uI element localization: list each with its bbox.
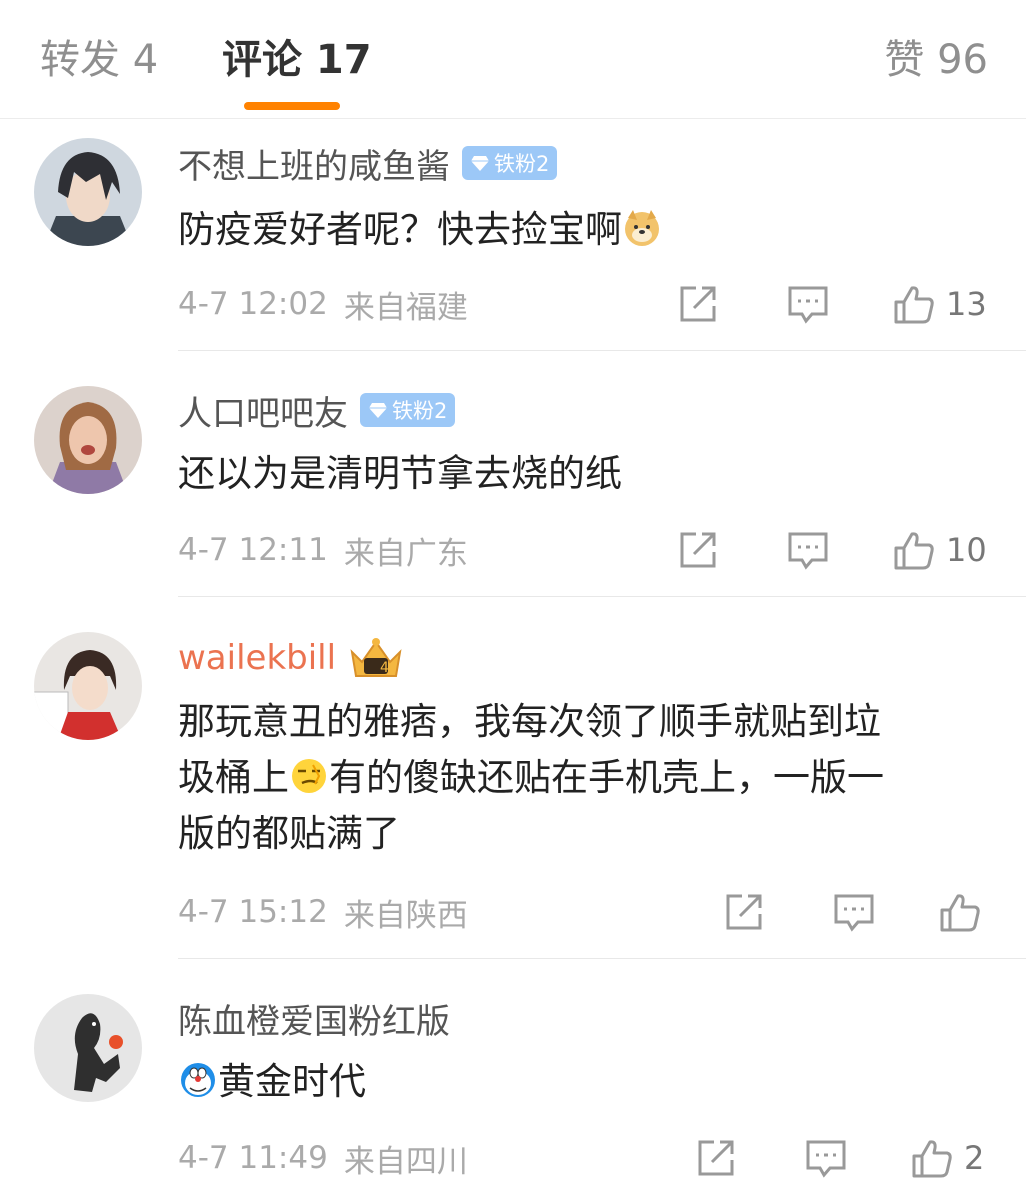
thumbs-up-icon [912,1140,952,1178]
location: 来自福建 [343,289,468,326]
reply-button[interactable] [832,888,876,936]
comment-tabs: 转发 4 评论 17 赞 96 [0,0,1026,119]
comment-body: 黄金时代 [218,1060,366,1103]
comment-header: 人口吧吧友 铁粉2 [178,386,456,435]
comment-body-line: 那玩意丑的雅痞，我每次领了顺手就贴到垃 [178,700,881,743]
comment-meta: 4-7 11:49 来自四川 [178,1136,468,1180]
thumbs-up-icon [940,894,980,932]
username[interactable]: 人口吧吧友 [178,386,348,435]
badge-label: 铁粉2 [392,399,448,423]
share-icon [698,1140,734,1176]
comment-meta: 4-7 12:11 来自广东 [178,528,468,572]
comment-header: 陈血橙爱国粉红版 [178,994,450,1042]
fan-badge[interactable]: 铁粉2 [462,146,558,180]
comment-icon [788,286,828,324]
like-count: 2 [964,1139,985,1177]
badge-label: 铁粉2 [494,152,550,176]
reply-button[interactable] [786,526,830,574]
vip-crown-icon[interactable]: 4 [346,634,406,682]
timestamp: 4-7 11:49 [178,1140,328,1176]
comment-meta: 4-7 12:02 来自福建 [178,282,468,326]
reply-button[interactable] [786,280,830,328]
tab-likes[interactable]: 赞 96 [884,34,988,86]
thumbs-up-icon [894,532,934,570]
comment-icon [834,894,874,932]
divider [178,596,1026,597]
location: 来自广东 [343,535,468,572]
share-button[interactable] [676,526,720,574]
share-icon [726,894,762,930]
location: 来自四川 [343,1143,468,1180]
diamond-icon [471,156,489,171]
location: 来自陕西 [343,897,468,934]
timestamp: 4-7 12:11 [178,532,328,568]
avatar[interactable] [34,138,142,246]
username[interactable]: wailekbill [178,638,336,678]
username[interactable]: 不想上班的咸鱼酱 [178,139,450,188]
share-icon [680,532,716,568]
comment-body: 防疫爱好者呢？快去捡宝啊 [178,208,622,251]
comment-text: 黄金时代 [178,1054,998,1110]
avatar[interactable] [34,386,142,494]
divider [178,350,1026,351]
timestamp: 4-7 12:02 [178,286,328,322]
smirk-emoji-icon [292,759,326,793]
comment-body: 还以为是清明节拿去烧的纸 [178,452,622,495]
share-button[interactable] [676,280,720,328]
like-button[interactable]: 13 [892,280,987,328]
like-count: 10 [946,531,987,569]
doraemon-emoji-icon [181,1063,215,1097]
reply-button[interactable] [804,1134,848,1182]
share-button[interactable] [694,1134,738,1182]
doge-emoji-icon [625,210,659,246]
fan-badge[interactable]: 铁粉2 [360,393,456,427]
diamond-icon [369,403,387,418]
divider [178,958,1026,959]
svg-text:4: 4 [380,660,389,676]
active-tab-indicator [244,102,340,110]
avatar[interactable] [34,632,142,740]
tab-reposts[interactable]: 转发 4 [40,34,158,86]
share-button[interactable] [722,888,766,936]
comment-text: 那玩意丑的雅痞，我每次领了顺手就贴到垃 圾桶上 有的傻缺还贴在手机壳上，一版一 版… [178,694,998,862]
comment-body-line: 版的都贴满了 [178,812,400,855]
like-button[interactable]: 10 [892,526,987,574]
comment-body-line: 圾桶上 有的傻缺还贴在手机壳上，一版一 [178,756,884,799]
comment-icon [806,1140,846,1178]
comment-header: 不想上班的咸鱼酱 铁粉2 [178,139,558,188]
thumbs-up-icon [894,286,934,324]
share-icon [680,286,716,322]
comment-text: 防疫爱好者呢？快去捡宝啊 [178,202,998,258]
timestamp: 4-7 15:12 [178,894,328,930]
comment-text: 还以为是清明节拿去烧的纸 [178,446,998,502]
comment-header: wailekbill 4 [178,634,406,682]
like-button[interactable]: 2 [910,1134,984,1182]
like-button[interactable] [938,888,992,936]
comment-icon [788,532,828,570]
like-count: 13 [946,285,987,323]
username[interactable]: 陈血橙爱国粉红版 [178,994,450,1043]
avatar[interactable] [34,994,142,1102]
comment-meta: 4-7 15:12 来自陕西 [178,890,468,934]
tab-comments[interactable]: 评论 17 [222,34,372,86]
